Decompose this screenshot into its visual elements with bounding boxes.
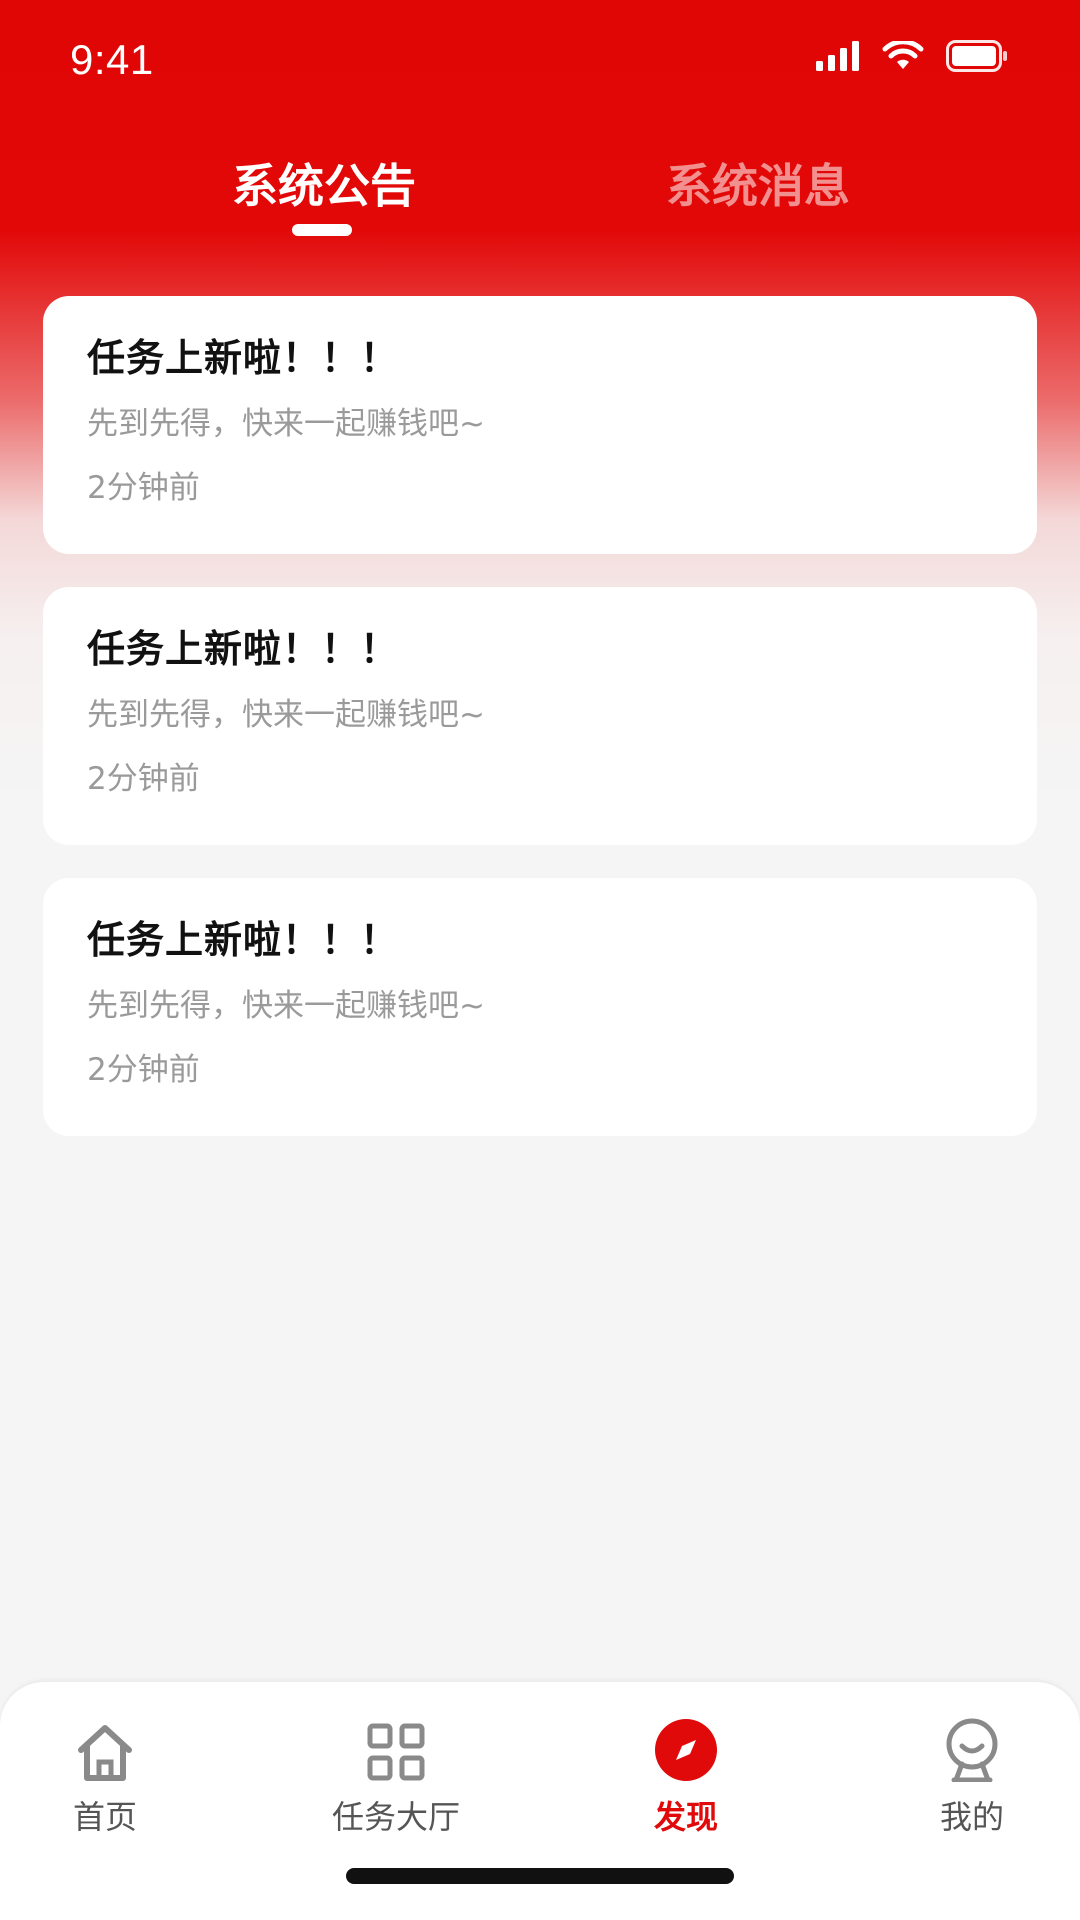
home-icon [78, 1725, 132, 1781]
nav-item-mine[interactable]: 我的 [922, 1712, 1022, 1838]
notice-card[interactable]: 任务上新啦！！！ 先到先得，快来一起赚钱吧~ 2分钟前 [43, 296, 1037, 554]
status-time: 9:41 [70, 36, 154, 83]
notice-card[interactable]: 任务上新啦！！！ 先到先得，快来一起赚钱吧~ 2分钟前 [43, 878, 1037, 1136]
notice-list: 任务上新啦！！！ 先到先得，快来一起赚钱吧~ 2分钟前 任务上新啦！！！ 先到先… [43, 296, 1037, 1169]
tab-system-announcement[interactable]: 系统公告 [232, 150, 416, 216]
nav-item-task-hall[interactable]: 任务大厅 [316, 1712, 476, 1838]
bottom-nav: 首页 任务大厅 发现 我的 [0, 1682, 1080, 1920]
home-indicator [346, 1868, 734, 1884]
notice-time: 2分钟前 [87, 470, 200, 506]
nav-label-mine: 我的 [939, 1798, 1004, 1836]
nav-item-discover[interactable]: 发现 [636, 1712, 736, 1838]
nav-label-discover: 发现 [653, 1798, 718, 1836]
nav-label-home: 首页 [72, 1798, 137, 1836]
status-bar: 9:41 [0, 0, 1080, 120]
notice-time: 2分钟前 [87, 1052, 200, 1088]
compass-icon [655, 1719, 717, 1781]
tab-bar: 系统公告 系统消息 [0, 150, 1080, 240]
notice-title: 任务上新啦！！！ [87, 627, 400, 671]
status-icons [816, 40, 1008, 72]
tab-active-indicator [292, 224, 352, 236]
profile-icon [946, 1718, 998, 1782]
signal-icon [816, 41, 859, 71]
notice-title: 任务上新啦！！！ [87, 336, 400, 380]
notice-time: 2分钟前 [87, 761, 200, 797]
notice-title: 任务上新啦！！！ [87, 918, 400, 962]
tab-system-message[interactable]: 系统消息 [666, 150, 850, 216]
nav-item-home[interactable]: 首页 [60, 1712, 150, 1838]
wifi-icon [882, 41, 924, 69]
grid-icon [367, 1723, 425, 1781]
notice-description: 先到先得，快来一起赚钱吧~ [87, 988, 485, 1024]
notice-description: 先到先得，快来一起赚钱吧~ [87, 406, 485, 442]
screen: 9:41 系统公告 系统消息 任务上新啦！！！ 先到先得，快来一起赚钱吧~ 2分… [0, 0, 1080, 1920]
notice-card[interactable]: 任务上新啦！！！ 先到先得，快来一起赚钱吧~ 2分钟前 [43, 587, 1037, 845]
nav-label-task-hall: 任务大厅 [331, 1798, 460, 1836]
notice-description: 先到先得，快来一起赚钱吧~ [87, 697, 485, 733]
battery-icon [946, 40, 1007, 72]
